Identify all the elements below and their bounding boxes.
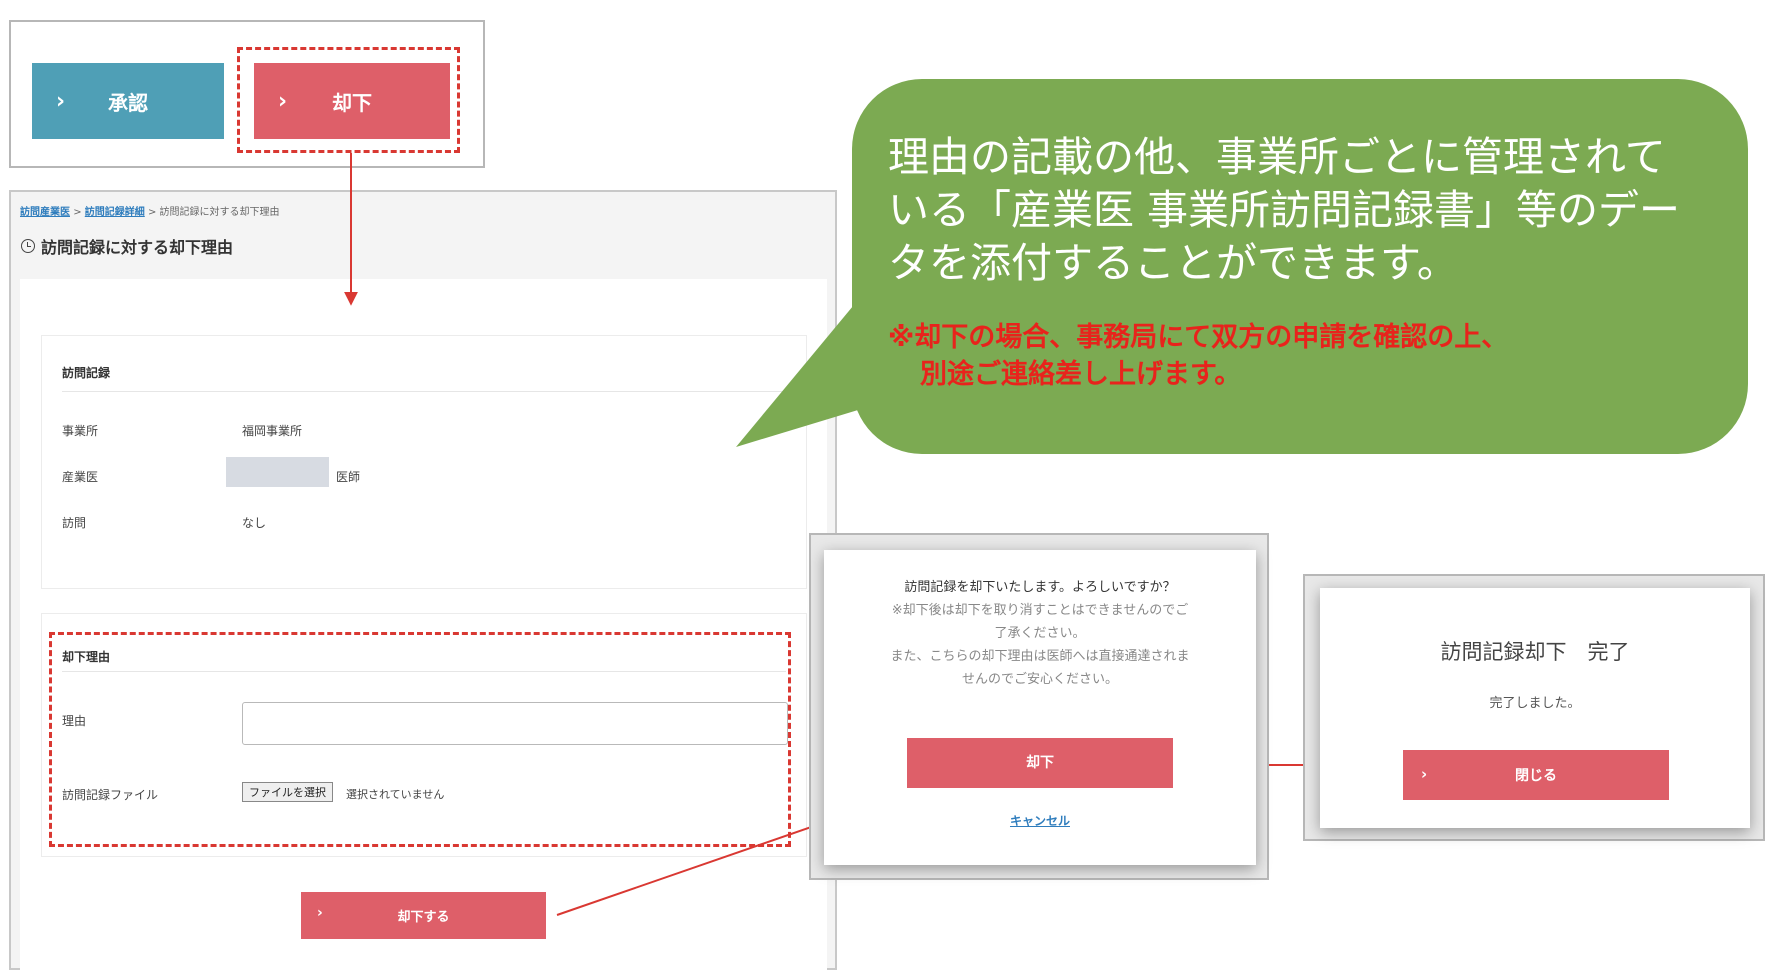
callout-note-line: ※却下の場合、事務局にて双方の申請を確認の上、 — [888, 322, 1509, 353]
complete-title: 訪問記録却下 完了 — [1440, 640, 1630, 664]
callout-line: 理由の記載の他、事業所ごとに管理されて — [888, 133, 1666, 181]
confirm-reject-button[interactable]: 却下 — [907, 738, 1173, 788]
complete-message: 完了しました。 — [1489, 696, 1581, 711]
confirm-dialog-screenshot: 訪問記録を却下いたします。よろしいですか？ ※却下後は却下を取り消すことはできま… — [809, 533, 1269, 880]
confirm-dialog: 訪問記録を却下いたします。よろしいですか？ ※却下後は却下を取り消すことはできま… — [824, 550, 1256, 865]
complete-dialog-screenshot: 訪問記録却下 完了 完了しました。 › 閉じる — [1303, 574, 1765, 841]
confirm-note: せんのでご安心ください。 — [961, 672, 1118, 687]
confirm-note: また、こちらの却下理由は医師へは直接通達されま — [890, 649, 1190, 664]
callout-line: タを添付することができます。 — [888, 239, 1458, 287]
confirm-note: ※却下後は却下を取り消すことはできませんのでご — [891, 603, 1189, 618]
complete-dialog: 訪問記録却下 完了 完了しました。 › 閉じる — [1320, 588, 1750, 828]
confirm-question: 訪問記録を却下いたします。よろしいですか？ — [904, 580, 1176, 595]
callout-main-text: 理由の記載の他、事業所ごとに管理されて いる「産業医 事業所訪問記録書」等のデー… — [888, 131, 1728, 290]
confirm-note: 了承ください。 — [994, 626, 1086, 641]
callout-note-line: 別途ご連絡差し上げます。 — [920, 359, 1242, 390]
cancel-link[interactable]: キャンセル — [824, 812, 1256, 829]
close-label: 閉じる — [1515, 768, 1557, 784]
explanation-callout: 理由の記載の他、事業所ごとに管理されて いる「産業医 事業所訪問記録書」等のデー… — [852, 79, 1748, 454]
callout-pointer — [736, 300, 858, 447]
callout-note: ※却下の場合、事務局にて双方の申請を確認の上、 別途ご連絡差し上げます。 — [888, 319, 1728, 393]
close-button[interactable]: › 閉じる — [1403, 750, 1669, 800]
callout-line: いる「産業医 事業所訪問記録書」等のデー — [888, 186, 1681, 234]
